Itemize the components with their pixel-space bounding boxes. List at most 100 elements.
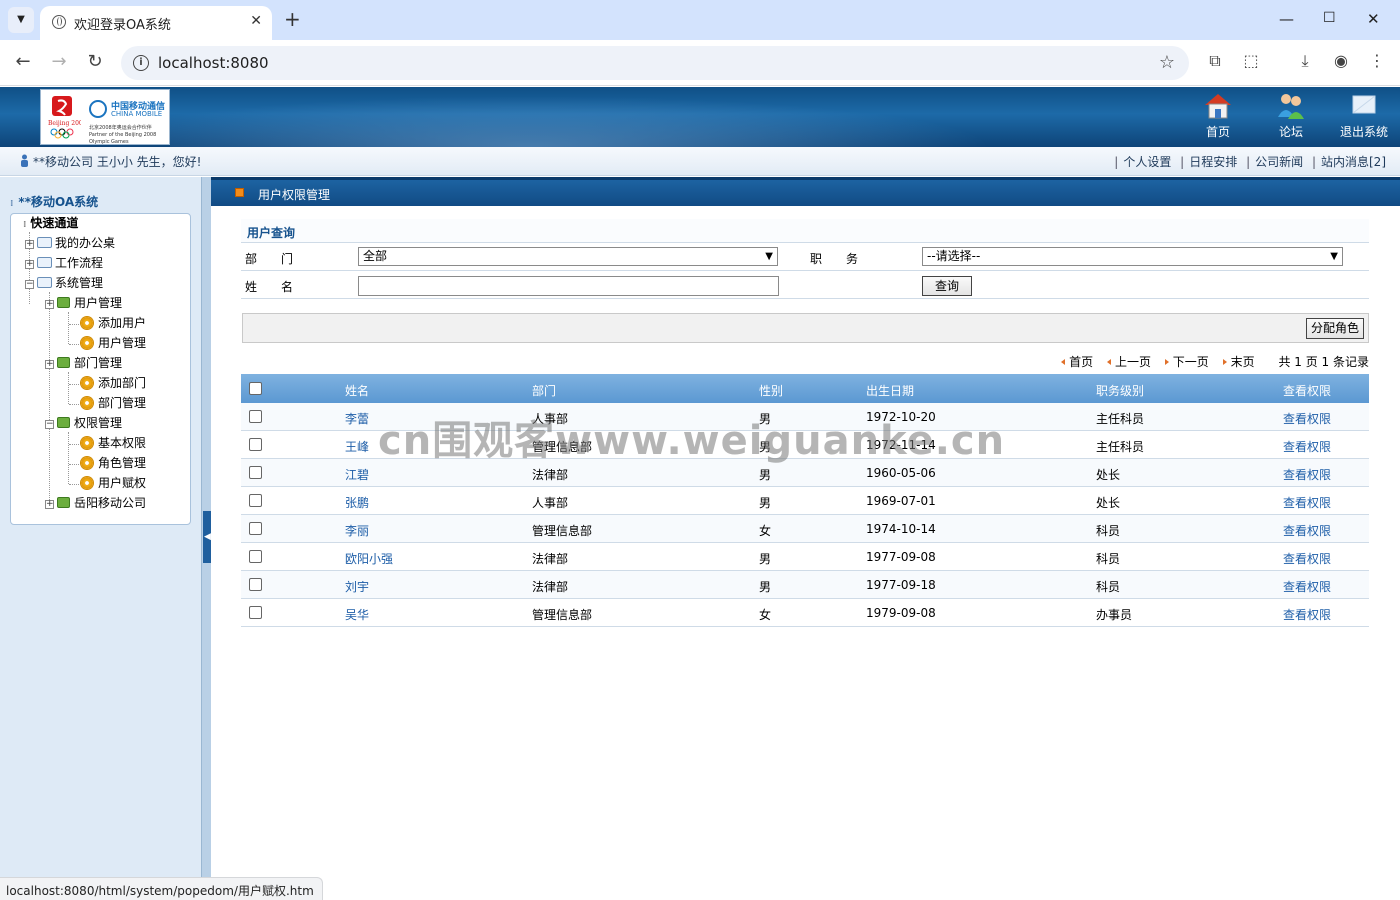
- close-icon[interactable]: ✕: [250, 13, 262, 29]
- sidebar-title: ⁞ **移动OA系统: [10, 195, 99, 209]
- tree-item-add-dept[interactable]: 添加部门: [81, 374, 146, 392]
- select-all-checkbox[interactable]: [249, 382, 262, 395]
- tree-item-perm-mgmt[interactable]: − 权限管理: [45, 414, 122, 432]
- cell-view-perm[interactable]: 查看权限: [1283, 410, 1331, 427]
- forward-arrow-icon[interactable]: →: [47, 51, 71, 72]
- row-checkbox[interactable]: [249, 578, 262, 591]
- site-info-icon[interactable]: i: [133, 55, 149, 71]
- cell-view-perm[interactable]: 查看权限: [1283, 494, 1331, 511]
- row-checkbox[interactable]: [249, 410, 262, 423]
- user-icon: [21, 154, 28, 167]
- tree-item-user-mgmt[interactable]: + 用户管理: [45, 294, 122, 312]
- cell-view-perm[interactable]: 查看权限: [1283, 522, 1331, 539]
- browser-tab[interactable]: 欢迎登录OA系统 ✕: [40, 6, 272, 40]
- pager-prev[interactable]: 上一页: [1106, 355, 1151, 369]
- window-close-icon[interactable]: ✕: [1367, 10, 1380, 28]
- name-input[interactable]: [358, 276, 779, 296]
- cell-name[interactable]: 李蕾: [345, 410, 369, 427]
- col-dept: 部门: [532, 384, 557, 398]
- expand-plus-icon[interactable]: +: [45, 300, 54, 309]
- action-bar: 分配角色: [242, 313, 1369, 343]
- expand-plus-icon[interactable]: +: [25, 260, 34, 269]
- tree-item-basic-perm[interactable]: 基本权限: [81, 434, 146, 452]
- row-checkbox[interactable]: [249, 438, 262, 451]
- expand-plus-icon[interactable]: +: [45, 500, 54, 509]
- search-button[interactable]: 查询: [922, 276, 972, 296]
- reload-icon[interactable]: ↻: [83, 51, 107, 72]
- tree-item-system-mgmt[interactable]: − 系统管理: [25, 274, 103, 292]
- row-checkbox[interactable]: [249, 494, 262, 507]
- expand-plus-icon[interactable]: +: [45, 360, 54, 369]
- tree-item-my-desk[interactable]: + 我的办公桌: [25, 234, 115, 252]
- maximize-icon[interactable]: ☐: [1323, 10, 1336, 26]
- forum-button[interactable]: 论坛: [1259, 91, 1323, 140]
- home-button[interactable]: 首页: [1186, 91, 1250, 140]
- user-greeting: **移动公司 王小小 先生，您好!: [33, 155, 202, 169]
- tab-list-chevron-icon[interactable]: ▼: [8, 7, 34, 33]
- tree-item-workflow[interactable]: + 工作流程: [25, 254, 103, 272]
- cell-name[interactable]: 吴华: [345, 606, 369, 623]
- row-checkbox[interactable]: [249, 606, 262, 619]
- tree-item-add-user[interactable]: 添加用户: [81, 314, 146, 332]
- cell-name[interactable]: 刘宇: [345, 578, 369, 595]
- panel-splitter[interactable]: ◀: [201, 177, 212, 900]
- cell-name[interactable]: 江碧: [345, 466, 369, 483]
- position-select[interactable]: --请选择-- ▼: [922, 247, 1343, 266]
- menu-dots-icon[interactable]: ⋮: [1366, 51, 1388, 70]
- translate-icon[interactable]: ⧉: [1204, 51, 1226, 71]
- collapse-minus-icon[interactable]: −: [25, 280, 34, 289]
- download-icon[interactable]: ⤓: [1294, 51, 1316, 71]
- collapse-minus-icon[interactable]: −: [45, 420, 54, 429]
- cell-view-perm[interactable]: 查看权限: [1283, 438, 1331, 455]
- address-bar[interactable]: i localhost:8080 ☆: [121, 46, 1189, 80]
- cell-dept: 管理信息部: [532, 608, 593, 622]
- logout-button[interactable]: 退出系统: [1332, 91, 1396, 140]
- tree-item-dept-mgmt-sub[interactable]: 部门管理: [81, 394, 146, 412]
- cell-view-perm[interactable]: 查看权限: [1283, 550, 1331, 567]
- tree-item-yueyang[interactable]: + 岳阳移动公司: [45, 494, 146, 512]
- tree-item-user-mgmt-sub[interactable]: 用户管理: [81, 334, 146, 352]
- link-personal-settings[interactable]: 个人设置: [1123, 155, 1171, 169]
- cell-view-perm[interactable]: 查看权限: [1283, 578, 1331, 595]
- pager-first[interactable]: 首页: [1061, 355, 1093, 369]
- main-content: 用户权限管理 用户查询 部 门 全部 ▼ 职 务 --请选择-- ▼ 姓 名 查询 …: [211, 177, 1400, 900]
- row-checkbox[interactable]: [249, 522, 262, 535]
- nav-tree: ⁞ 快速通道 + 我的办公桌 + 工作流程 − 系统管理 + 用户管理 添加用户 用户管理…: [10, 213, 191, 525]
- row-checkbox[interactable]: [249, 466, 262, 479]
- expand-plus-icon[interactable]: +: [25, 240, 34, 249]
- extensions-puzzle-icon[interactable]: ⬚: [1240, 51, 1262, 70]
- cell-birthdate: 1960-05-06: [866, 466, 936, 480]
- pager-summary: 共 1 页 1 条记录: [1278, 355, 1369, 369]
- cell-view-perm[interactable]: 查看权限: [1283, 466, 1331, 483]
- tree-item-user-grant[interactable]: 用户赋权: [81, 474, 146, 492]
- gear-icon: [81, 317, 93, 329]
- cell-view-perm[interactable]: 查看权限: [1283, 606, 1331, 623]
- row-checkbox[interactable]: [249, 550, 262, 563]
- bookmark-star-icon[interactable]: ☆: [1159, 52, 1175, 73]
- cell-gender: 女: [759, 608, 772, 622]
- cell-name[interactable]: 王峰: [345, 438, 369, 455]
- profile-icon[interactable]: ◉: [1330, 51, 1352, 70]
- link-schedule[interactable]: 日程安排: [1189, 155, 1237, 169]
- address-url[interactable]: localhost:8080: [158, 54, 269, 72]
- tree-item-quick-access[interactable]: ⁞ 快速通道: [23, 214, 78, 232]
- tree-item-dept-mgmt[interactable]: + 部门管理: [45, 354, 122, 372]
- pager-next[interactable]: 下一页: [1164, 355, 1209, 369]
- dept-select[interactable]: 全部 ▼: [358, 247, 778, 266]
- browser-tabbar: ▼ 欢迎登录OA系统 ✕ + — ☐ ✕: [0, 0, 1400, 40]
- assign-role-button[interactable]: 分配角色: [1306, 318, 1364, 339]
- cell-name[interactable]: 李丽: [345, 522, 369, 539]
- cell-name[interactable]: 欧阳小强: [345, 550, 393, 567]
- minimize-icon[interactable]: —: [1279, 10, 1294, 28]
- link-company-news[interactable]: 公司新闻: [1255, 155, 1303, 169]
- new-tab-plus-icon[interactable]: +: [284, 8, 301, 30]
- browser-toolbar: ← → ↻ i localhost:8080 ☆ ⧉ ⬚ ⤓ ◉ ⋮: [0, 40, 1400, 86]
- tree-item-role-mgmt[interactable]: 角色管理: [81, 454, 146, 472]
- back-arrow-icon[interactable]: ←: [11, 51, 35, 72]
- link-site-messages[interactable]: 站内消息[2]: [1321, 155, 1386, 169]
- pager-last[interactable]: 末页: [1222, 355, 1255, 369]
- folder-icon: [37, 257, 52, 268]
- cell-name[interactable]: 张鹏: [345, 494, 369, 511]
- pager-next-arrow-icon: [1164, 359, 1169, 365]
- cell-dept: 人事部: [532, 496, 569, 510]
